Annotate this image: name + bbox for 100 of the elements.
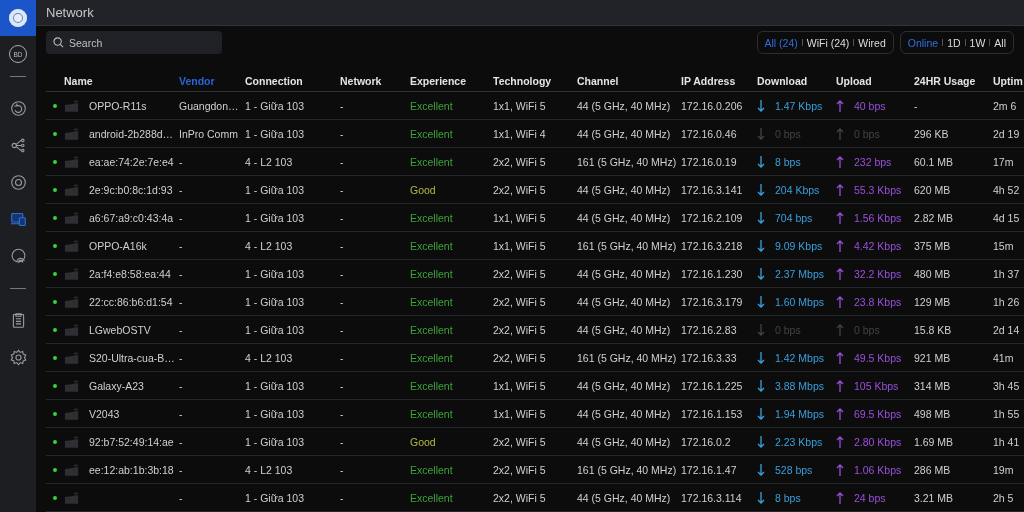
settings-icon[interactable] <box>9 349 27 366</box>
network-text: - <box>340 155 345 168</box>
network-text: - <box>340 267 345 280</box>
download-rate: 1.94 Mbps <box>775 407 825 420</box>
filter-tab[interactable]: Wired <box>855 36 889 49</box>
uptime-text: 1h 41 <box>993 435 1021 448</box>
device-name[interactable]: 2a:f4:e8:58:ea:44 <box>89 267 179 280</box>
usage-text: - <box>914 99 919 112</box>
filter-tab[interactable]: WiFi (24) <box>803 36 853 49</box>
target-icon[interactable] <box>9 174 27 191</box>
column-header[interactable]: 24HR Usage <box>914 74 993 87</box>
channel-text: 44 (5 GHz, 40 MHz) <box>577 407 672 420</box>
device-name[interactable]: V2043 <box>89 407 179 420</box>
filter-tab[interactable]: All (24) <box>761 36 801 49</box>
network-text: - <box>340 323 345 336</box>
experience-text: Excellent <box>410 463 454 476</box>
column-header[interactable]: IP Address <box>681 74 757 87</box>
channel-text: 44 (5 GHz, 40 MHz) <box>577 295 672 308</box>
column-header[interactable]: Vendor <box>179 74 245 87</box>
devices-icon[interactable] <box>9 211 27 228</box>
download-rate: 9.09 Kbps <box>775 239 823 252</box>
device-name[interactable]: OPPO-R11s <box>89 99 179 112</box>
wifi-globe-icon[interactable] <box>9 248 27 265</box>
network-text: - <box>340 463 345 476</box>
search-field[interactable]: Search <box>46 31 222 54</box>
wifi-device-icon <box>64 490 81 505</box>
usage-text: 620 MB <box>914 183 952 196</box>
upload-rate: 1.06 Kbps <box>854 463 902 476</box>
device-name[interactable]: android-2b288d… <box>89 127 179 140</box>
experience-text: Excellent <box>410 267 454 280</box>
ip-address-text: 172.16.1.230 <box>681 267 744 280</box>
uptime-text: 1h 37 <box>993 267 1021 280</box>
wifi-device-icon <box>64 378 81 393</box>
technology-text: 1x1, WiFi 4 <box>493 127 547 140</box>
up-arrow-icon <box>836 295 844 308</box>
wifi-device-icon <box>64 294 81 309</box>
device-name[interactable]: OPPO-A16k <box>89 239 179 252</box>
uptime-text: 1h 26 <box>993 295 1021 308</box>
connection-text: 1 - Giữa 103 <box>245 379 305 392</box>
wifi-device-icon <box>64 154 81 169</box>
channel-text: 161 (5 GHz, 40 MHz) <box>577 351 678 364</box>
technology-text: 2x2, WiFi 5 <box>493 491 547 504</box>
device-name[interactable]: S20-Ultra-cua-B… <box>89 351 179 364</box>
channel-text: 44 (5 GHz, 40 MHz) <box>577 435 672 448</box>
upload-rate: 55.3 Kbps <box>854 183 902 196</box>
device-name[interactable]: LGwebOSTV <box>89 323 179 336</box>
connection-text: 1 - Giữa 103 <box>245 211 305 224</box>
column-header[interactable]: Network <box>340 74 410 87</box>
column-header[interactable]: Technology <box>493 74 577 87</box>
column-header[interactable]: Upload <box>836 74 914 87</box>
down-arrow-icon <box>757 323 765 336</box>
uptime-text: 2m 6 <box>993 99 1018 112</box>
experience-text: Excellent <box>410 127 454 140</box>
connection-text: 1 - Giữa 103 <box>245 183 305 196</box>
experience-text: Excellent <box>410 211 454 224</box>
channel-text: 44 (5 GHz, 40 MHz) <box>577 323 672 336</box>
usage-text: 498 MB <box>914 407 952 420</box>
download-rate: 1.47 Kbps <box>775 99 823 112</box>
uptime-text: 41m <box>993 351 1015 364</box>
experience-text: Excellent <box>410 491 454 504</box>
column-header[interactable]: Channel <box>577 74 681 87</box>
uptime-text: 2h 5 <box>993 491 1015 504</box>
column-header[interactable]: Experience <box>410 74 493 87</box>
device-name[interactable]: a6:67:a9:c0:43:4a <box>89 211 179 224</box>
ip-address-text: 172.16.3.179 <box>681 295 744 308</box>
download-rate: 8 bps <box>775 155 801 168</box>
technology-text: 2x2, WiFi 5 <box>493 435 547 448</box>
down-arrow-icon <box>757 491 765 504</box>
filter-tab[interactable]: All <box>991 36 1009 49</box>
technology-text: 2x2, WiFi 5 <box>493 351 547 364</box>
up-arrow-icon <box>836 491 844 504</box>
up-arrow-icon <box>836 127 844 140</box>
uptime-text: 2d 14 <box>993 323 1021 336</box>
filter-tab[interactable]: 1D <box>944 36 964 49</box>
ip-address-text: 172.16.0.46 <box>681 127 738 140</box>
nodes-icon[interactable] <box>9 137 27 154</box>
filter-tab[interactable]: 1W <box>966 36 989 49</box>
experience-text: Good <box>410 435 437 448</box>
device-name[interactable]: Galaxy-A23 <box>89 379 179 392</box>
technology-text: 1x1, WiFi 5 <box>493 99 547 112</box>
device-name[interactable]: ee:12:ab:1b:3b:18 <box>89 463 179 476</box>
down-arrow-icon <box>757 127 765 140</box>
device-name[interactable]: 2e:9c:b0:8c:1d:93 <box>89 183 179 196</box>
channel-text: 44 (5 GHz, 40 MHz) <box>577 183 672 196</box>
column-header[interactable]: Name <box>64 74 179 87</box>
filter-tab[interactable]: Online <box>904 36 942 49</box>
down-arrow-icon <box>757 351 765 364</box>
experience-text: Excellent <box>410 155 454 168</box>
column-header[interactable]: Uptim <box>993 74 1024 87</box>
upload-rate: 105 Kbps <box>854 379 899 392</box>
device-name[interactable]: 92:b7:52:49:14:ae <box>89 435 179 448</box>
download-rate: 2.23 Kbps <box>775 435 823 448</box>
column-header[interactable]: Connection <box>245 74 340 87</box>
down-arrow-icon <box>757 463 765 476</box>
logo-icon[interactable] <box>0 0 36 36</box>
ip-address-text: 172.16.0.2 <box>681 435 732 448</box>
device-name[interactable]: 22:cc:86:b6:d1:54 <box>89 295 179 308</box>
device-name[interactable]: ea:ae:74:2e:7e:e4 <box>89 155 179 168</box>
usage-text: 314 MB <box>914 379 952 392</box>
column-header[interactable]: Download <box>757 74 836 87</box>
